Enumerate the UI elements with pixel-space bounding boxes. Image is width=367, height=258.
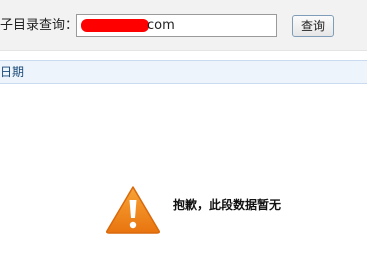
subdirectory-query-input[interactable]: com (76, 14, 277, 37)
date-column-header[interactable]: 日期 (0, 64, 24, 80)
query-button[interactable]: 查询 (292, 15, 334, 37)
warning-triangle-icon (106, 186, 160, 234)
query-input-value: com (147, 18, 175, 33)
query-bar: 子目录查询： com 查询 (0, 0, 367, 51)
table-header: 日期 (0, 60, 367, 84)
empty-state-message: 抱歉，此段数据暂无 (173, 198, 282, 212)
query-label: 子目录查询： (0, 18, 79, 33)
redaction-mark (81, 19, 149, 32)
